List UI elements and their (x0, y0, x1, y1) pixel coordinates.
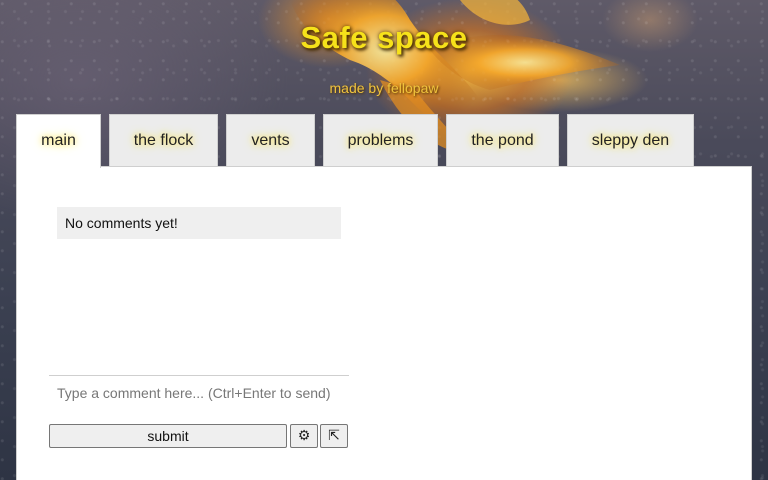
site-title: Safe space (300, 20, 468, 55)
submit-button[interactable]: submit (49, 424, 287, 448)
comment-input[interactable] (49, 375, 349, 409)
tab-the-pond[interactable]: the pond (446, 114, 559, 166)
tab-sleppy-den[interactable]: sleppy den (567, 114, 694, 166)
gear-icon[interactable]: ⚙ (290, 424, 318, 448)
tab-the-flock[interactable]: the flock (109, 114, 218, 166)
popout-arrow-icon[interactable]: ⇱ (320, 424, 348, 448)
tab-main[interactable]: main (16, 114, 101, 168)
comments-empty-message: No comments yet! (57, 207, 341, 239)
tab-vents[interactable]: vents (226, 114, 315, 166)
site-subtitle: made by fellopaw (329, 80, 439, 96)
main-panel: No comments yet! submit ⚙ ⇱ (16, 166, 752, 480)
tab-problems[interactable]: problems (323, 114, 438, 166)
